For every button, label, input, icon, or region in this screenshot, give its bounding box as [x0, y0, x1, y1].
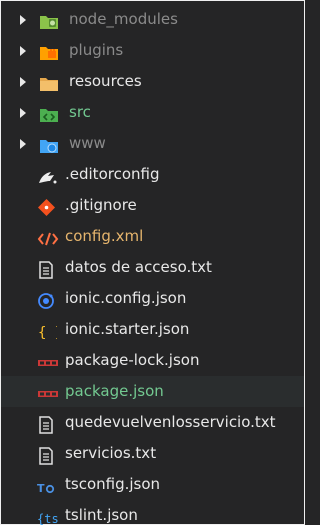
file-datos-de-acceso[interactable]: datos de acceso.txt — [1, 252, 304, 283]
folder-www-icon — [39, 135, 58, 153]
svg-text:{ }: { } — [38, 325, 57, 341]
file-servicios[interactable]: servicios.txt — [1, 438, 304, 469]
folder-plugins[interactable]: plugins — [1, 35, 304, 66]
chevron-right-icon[interactable] — [20, 46, 26, 56]
folder-node-icon — [39, 11, 58, 29]
file-package-lock[interactable]: package-lock.json — [1, 345, 304, 376]
folder-label: plugins — [69, 41, 124, 59]
file-config-xml[interactable]: config.xml — [1, 221, 304, 252]
file-tsconfig[interactable]: T tsconfig.json — [1, 469, 304, 500]
folder-www[interactable]: www — [1, 128, 304, 159]
chevron-right-icon[interactable] — [20, 15, 26, 25]
folder-resources-icon — [39, 73, 58, 91]
text-file-icon — [37, 414, 55, 434]
file-label: tslint.json — [65, 506, 138, 524]
chevron-right-icon[interactable] — [20, 108, 26, 118]
folder-label: src — [69, 103, 91, 121]
file-tslint[interactable]: {ts} tslint.json — [1, 500, 304, 525]
file-label: package.json — [65, 382, 164, 400]
svg-text:T: T — [37, 482, 45, 495]
file-label: datos de acceso.txt — [65, 258, 212, 276]
typescript-config-icon: T — [37, 476, 55, 495]
folder-src[interactable]: src — [1, 97, 304, 128]
git-icon — [37, 197, 55, 216]
text-file-icon — [37, 259, 55, 279]
file-label: tsconfig.json — [65, 475, 161, 493]
npm-icon — [37, 352, 58, 370]
folder-label: node_modules — [69, 10, 178, 28]
chevron-right-icon[interactable] — [20, 139, 26, 149]
file-label: config.xml — [65, 227, 144, 245]
file-package-json[interactable]: package.json — [1, 376, 304, 407]
file-gitignore[interactable]: .gitignore — [1, 190, 304, 221]
xml-icon — [37, 228, 59, 246]
text-file-icon — [37, 445, 55, 465]
folder-label: resources — [69, 72, 142, 90]
file-label: .gitignore — [65, 196, 137, 214]
file-ionic-starter[interactable]: { } ionic.starter.json — [1, 314, 304, 345]
file-explorer: node_modules plugins resources src www .… — [0, 0, 305, 525]
file-editorconfig[interactable]: .editorconfig — [1, 159, 304, 190]
chevron-right-icon[interactable] — [20, 77, 26, 87]
folder-plugins-icon — [39, 42, 58, 60]
file-label: ionic.config.json — [65, 289, 187, 307]
file-ionic-config[interactable]: ionic.config.json — [1, 283, 304, 314]
tslint-icon: {ts} — [37, 507, 66, 525]
file-label: .editorconfig — [65, 165, 160, 183]
file-quedevuelven[interactable]: quedevuelvenlosservicio.txt — [1, 407, 304, 438]
json-icon: { } — [37, 321, 63, 341]
file-label: servicios.txt — [65, 444, 157, 462]
npm-icon — [37, 383, 58, 401]
folder-node-modules[interactable]: node_modules — [1, 4, 304, 35]
folder-label: www — [69, 134, 106, 152]
folder-resources[interactable]: resources — [1, 66, 304, 97]
file-label: ionic.starter.json — [65, 320, 190, 338]
ionic-icon — [37, 290, 55, 309]
editorconfig-icon — [37, 166, 57, 184]
svg-text:{ts}: {ts} — [37, 512, 59, 525]
folder-src-icon — [39, 104, 58, 122]
file-label: package-lock.json — [65, 351, 200, 369]
file-label: quedevuelvenlosservicio.txt — [65, 413, 276, 431]
file-tree: node_modules plugins resources src www .… — [1, 4, 304, 525]
